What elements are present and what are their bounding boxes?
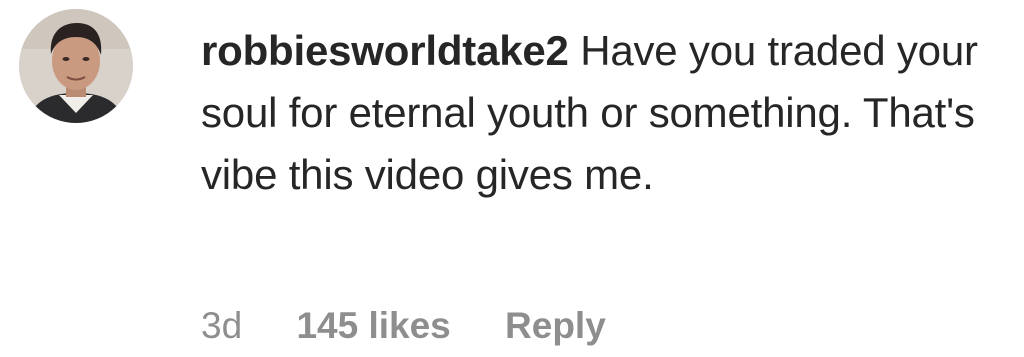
comment-timestamp[interactable]: 3d: [201, 304, 242, 348]
comment-item: robbiesworldtake2 Have you traded your s…: [0, 0, 1024, 357]
avatar-photo-icon: [19, 9, 133, 123]
comment-meta: 3d 145 likes Reply: [201, 304, 606, 348]
avatar[interactable]: [19, 9, 133, 123]
comment-username[interactable]: robbiesworldtake2: [201, 27, 569, 74]
likes-count-button[interactable]: 145 likes: [296, 304, 450, 348]
comment-body: robbiesworldtake2 Have you traded your s…: [201, 20, 1016, 206]
reply-button[interactable]: Reply: [505, 304, 606, 348]
